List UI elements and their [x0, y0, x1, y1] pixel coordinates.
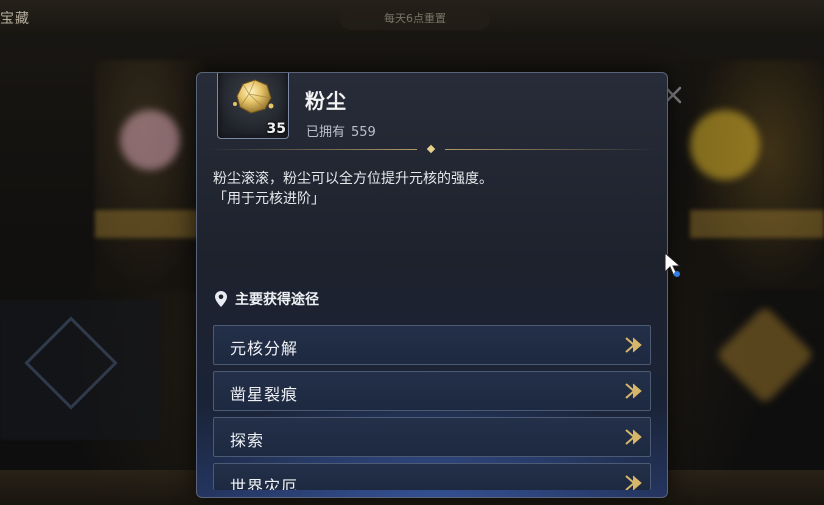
- go-arrow-icon: [625, 429, 642, 445]
- header-divider: [197, 144, 667, 154]
- item-name: 粉尘: [305, 89, 347, 113]
- source-item-star-rift[interactable]: 凿星裂痕: [213, 371, 651, 411]
- go-arrow-icon: [625, 383, 642, 399]
- source-list: 元核分解 凿星裂痕 探索 世界灾厄: [213, 325, 651, 496]
- sources-heading-label: 主要获得途径: [235, 292, 319, 308]
- dust-nugget-icon: [233, 79, 274, 114]
- description-line-2: 「用于元核进阶」: [213, 191, 325, 207]
- owned-value: 559: [351, 125, 376, 140]
- background-title: 宝藏: [0, 11, 30, 27]
- background-character-right: [690, 110, 760, 180]
- source-item-explore[interactable]: 探索: [213, 417, 651, 457]
- source-item-label: 世界灾厄: [230, 477, 299, 490]
- source-item-label: 元核分解: [230, 339, 299, 358]
- description-line-1: 粉尘滚滚，粉尘可以全方位提升元核的强度。: [213, 171, 493, 187]
- background-banner-right: [690, 210, 824, 238]
- source-item-label: 探索: [230, 431, 265, 450]
- mouse-cursor-icon: [664, 252, 682, 277]
- popup-top-accent: [293, 72, 663, 73]
- item-count-badge: 35: [266, 121, 286, 137]
- owned-row: 已拥有 559: [306, 121, 382, 140]
- go-arrow-icon: [625, 337, 642, 353]
- source-item-core-decompose[interactable]: 元核分解: [213, 325, 651, 365]
- sources-heading: 主要获得途径: [215, 289, 319, 309]
- location-pin-icon: [215, 291, 227, 307]
- source-item-label: 凿星裂痕: [230, 385, 299, 404]
- go-arrow-icon: [625, 475, 642, 490]
- item-icon-frame: 35: [217, 73, 289, 139]
- game-screen: 宝藏 每天6点重置 35 粉尘 已拥有 559 粉尘滚滚，粉尘可以全方位提升元核…: [0, 0, 824, 505]
- owned-label: 已拥有: [306, 125, 346, 140]
- background-character-left: [120, 110, 180, 170]
- background-reset-label: 每天6点重置: [340, 8, 490, 30]
- item-detail-popup: 35 粉尘 已拥有 559 粉尘滚滚，粉尘可以全方位提升元核的强度。 「用于元核进…: [196, 72, 668, 498]
- divider-gem-icon: [426, 144, 436, 154]
- source-item-world-calamity[interactable]: 世界灾厄: [213, 463, 651, 490]
- item-description: 粉尘滚滚，粉尘可以全方位提升元核的强度。 「用于元核进阶」: [213, 169, 653, 209]
